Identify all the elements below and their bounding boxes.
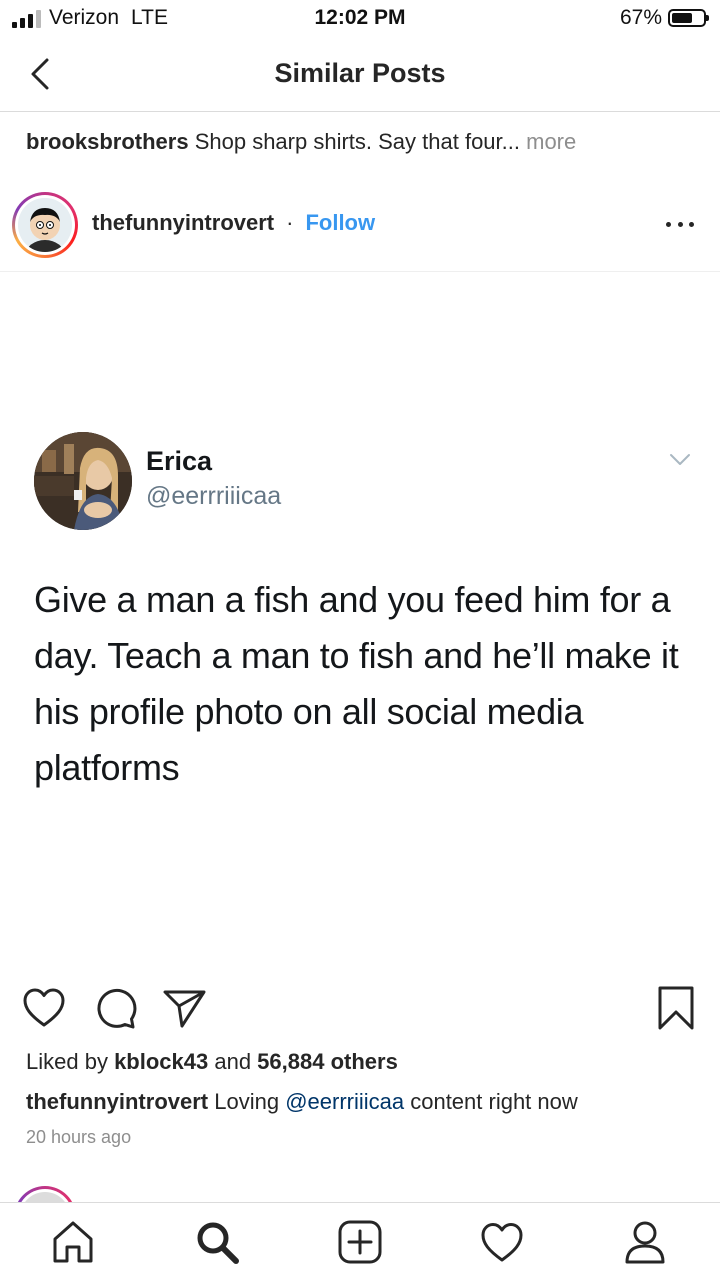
cartoon-avatar-icon [18, 198, 72, 252]
likes-prefix: Liked by [26, 1049, 115, 1074]
like-button[interactable] [20, 984, 68, 1032]
battery-icon [668, 9, 709, 27]
caption-text-after: content right now [404, 1089, 578, 1114]
comment-button[interactable] [92, 984, 140, 1032]
post-caption: thefunnyintrovert Loving @eerrriiicaa co… [26, 1086, 706, 1118]
caption-mention[interactable]: @eerrriiicaa [285, 1089, 404, 1114]
tweet-text: Give a man a fish and you feed him for a… [34, 579, 679, 788]
tab-search[interactable] [192, 1217, 242, 1267]
caption-author[interactable]: thefunnyintrovert [26, 1089, 208, 1114]
follow-button[interactable]: Follow [305, 210, 375, 236]
liker-username[interactable]: kblock43 [114, 1049, 208, 1074]
battery-info: 67% [619, 6, 709, 30]
post-username[interactable]: thefunnyintrovert [92, 210, 274, 236]
caption-text: Shop sharp shirts. Say that four... [188, 129, 520, 154]
post-actions [0, 984, 720, 1032]
more-options-icon[interactable] [666, 214, 694, 234]
tweet-author-name: Erica [146, 446, 213, 476]
separator-dot: · [286, 210, 294, 235]
add-post-icon [338, 1220, 382, 1264]
share-button[interactable] [160, 984, 208, 1032]
likes-summary: Liked by kblock43 and 56,884 others [26, 1046, 398, 1078]
bookmark-icon [658, 986, 694, 1030]
activity-heart-icon [481, 1223, 523, 1262]
tab-activity[interactable] [477, 1217, 527, 1267]
tab-bar [0, 1202, 720, 1280]
tab-profile[interactable] [620, 1217, 670, 1267]
post-header: thefunnyintrovert · Follow [0, 186, 720, 272]
home-icon [53, 1221, 93, 1263]
post-user-row: thefunnyintrovert · Follow [92, 210, 375, 236]
likes-middle: and [208, 1049, 258, 1074]
save-button[interactable] [652, 984, 700, 1032]
previous-post-caption: brooksbrothers Shop sharp shirts. Say th… [26, 124, 696, 160]
search-icon [197, 1222, 239, 1264]
heart-icon [23, 988, 65, 1027]
post-timestamp: 20 hours ago [26, 1127, 132, 1147]
avatar[interactable] [12, 192, 78, 258]
tweet-avatar [34, 432, 132, 530]
status-bar: Verizon LTE 12:02 PM 67% [0, 0, 720, 40]
tab-home[interactable] [48, 1217, 98, 1267]
chevron-down-icon [670, 454, 690, 465]
nav-header: Similar Posts [0, 40, 720, 112]
comment-icon [97, 988, 137, 1029]
likes-count[interactable]: 56,884 others [257, 1049, 398, 1074]
clock: 12:02 PM [314, 6, 406, 29]
post-image[interactable]: Erica @eerrriiicaa Give a man a fish and… [0, 272, 720, 972]
share-icon [163, 990, 206, 1028]
tweet-author-handle: @eerrriiicaa [146, 482, 282, 510]
profile-icon [625, 1221, 665, 1264]
tab-new-post[interactable] [335, 1217, 385, 1267]
page-title: Similar Posts [274, 58, 446, 88]
caption-text-before: Loving [208, 1089, 286, 1114]
more-link[interactable]: more [520, 129, 576, 154]
caption-username[interactable]: brooksbrothers [26, 129, 189, 154]
battery-percent: 67% [619, 6, 662, 29]
